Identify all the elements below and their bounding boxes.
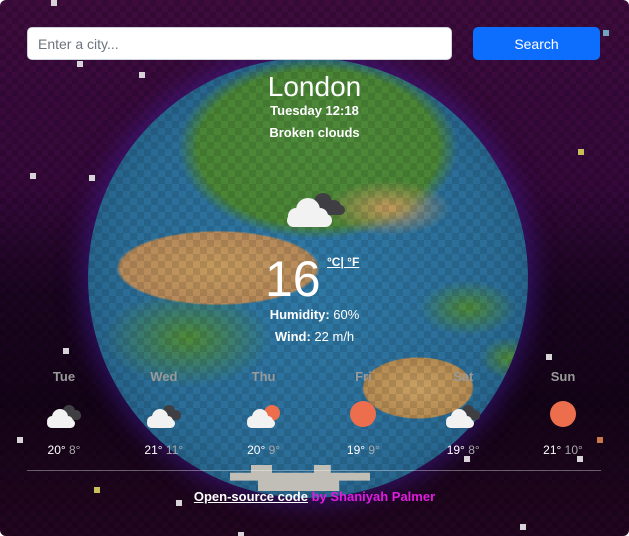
- unit-toggle: °C| °F: [327, 255, 359, 269]
- forecast-max: 20°: [47, 443, 66, 457]
- wind-label: Wind:: [274, 329, 311, 344]
- forecast-max: 19°: [446, 443, 465, 457]
- forecast-day-name: Wed: [150, 369, 178, 384]
- forecast-max: 21°: [144, 443, 163, 457]
- clear-sky-icon: [350, 401, 377, 427]
- few-clouds-icon: [246, 405, 280, 428]
- forecast-day-name: Fri: [355, 369, 372, 384]
- humidity: Humidity: 60%: [0, 307, 629, 322]
- forecast-temps: 19° 8°: [447, 443, 480, 457]
- broken-clouds-icon: [47, 405, 81, 428]
- forecast-day: Tue 20° 8°: [15, 369, 113, 457]
- forecast-day: Sat 19° 8°: [414, 369, 512, 457]
- forecast: Tue 20° 8° Wed 21° 11° Thu 20° 9° Fri 19…: [15, 369, 612, 457]
- search-form: Search: [27, 27, 601, 60]
- forecast-min: 9°: [265, 443, 281, 457]
- fahrenheit-link[interactable]: °F: [344, 255, 359, 269]
- weather-content: Search London Tuesday 12:18 Broken cloud…: [0, 0, 629, 536]
- forecast-max: 21°: [543, 443, 562, 457]
- broken-clouds-icon: [146, 405, 181, 428]
- weather-app: Search London Tuesday 12:18 Broken cloud…: [0, 0, 629, 536]
- forecast-day: Wed 21° 11°: [115, 369, 213, 457]
- author-credit: by Shaniyah Palmer: [307, 489, 436, 504]
- broken-clouds-icon: [446, 405, 481, 428]
- forecast-temps: 19° 9°: [347, 443, 380, 457]
- forecast-min: 10°: [561, 443, 583, 457]
- celsius-link[interactable]: °C: [327, 255, 340, 269]
- city-search-input[interactable]: [27, 27, 452, 60]
- current-temperature: 16: [265, 251, 321, 307]
- forecast-max: 20°: [247, 443, 266, 457]
- forecast-temps: 21° 11°: [144, 443, 183, 457]
- current-datetime: Tuesday 12:18: [270, 103, 359, 118]
- forecast-day-name: Tue: [52, 369, 76, 384]
- wind-value: 22 m/h: [310, 329, 355, 344]
- forecast-temps: 21° 10°: [543, 443, 583, 457]
- forecast-day-name: Thu: [251, 369, 276, 384]
- footer-divider: [27, 470, 601, 471]
- forecast-day: Fri 19° 9°: [314, 369, 412, 457]
- broken-clouds-icon: [287, 193, 345, 227]
- forecast-temps: 20° 9°: [247, 443, 280, 457]
- forecast-day-name: Sun: [550, 369, 576, 384]
- search-button[interactable]: Search: [473, 27, 600, 60]
- forecast-min: 8°: [65, 443, 81, 457]
- weather-description: Broken clouds: [269, 125, 360, 140]
- humidity-value: 60%: [329, 307, 360, 322]
- clear-sky-icon: [549, 401, 576, 427]
- city-name: London: [267, 71, 362, 102]
- forecast-max: 19°: [346, 443, 366, 457]
- forecast-min: 11°: [162, 443, 184, 457]
- forecast-day: Sun 21° 10°: [514, 369, 612, 457]
- humidity-label: Humidity:: [269, 307, 330, 322]
- open-source-link[interactable]: Open-source code: [194, 489, 308, 504]
- footer: Open-source code by Shaniyah Palmer: [0, 489, 629, 504]
- forecast-day: Thu 20° 9°: [215, 369, 313, 457]
- forecast-day-name: Sat: [453, 369, 474, 384]
- wind: Wind: 22 m/h: [0, 329, 629, 344]
- forecast-temps: 20° 8°: [48, 443, 81, 457]
- forecast-min: 9°: [365, 443, 380, 457]
- forecast-min: 8°: [464, 443, 480, 457]
